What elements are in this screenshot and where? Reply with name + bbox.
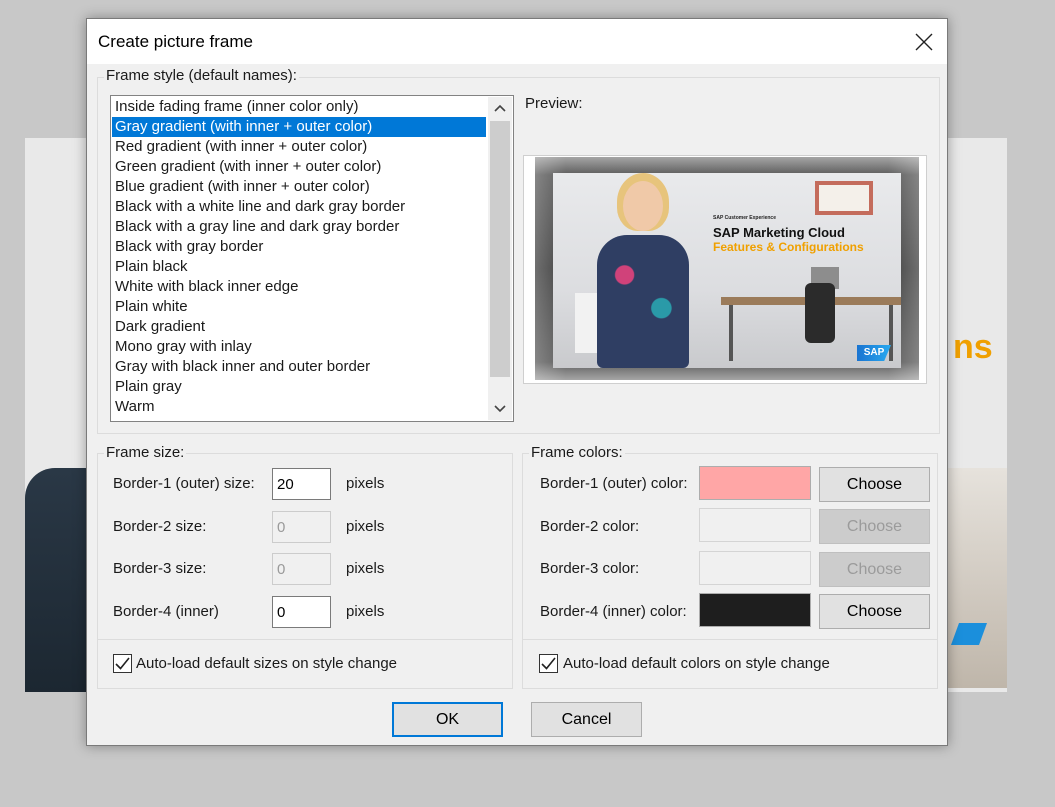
frame-style-option[interactable]: Gray with black inner and outer border [112,357,486,377]
frame-style-list: Inside fading frame (inner color only) Gr… [112,97,486,417]
border2-size-input[interactable] [272,511,331,543]
frame-style-option[interactable]: White with black inner edge [112,277,486,297]
border1-color-label: Border-1 (outer) color: [540,475,688,492]
border3-size-label: Border-3 size: [113,560,207,577]
create-picture-frame-dialog: Create picture frame Frame style (defaul… [86,18,948,746]
chevron-up-icon [494,104,506,112]
preview-desk-leg [889,305,893,361]
frame-style-option[interactable]: Black with gray border [112,237,486,257]
border1-choose-button[interactable]: Choose [819,467,930,502]
dialog-title: Create picture frame [98,32,253,51]
frame-style-option[interactable]: Plain black [112,257,486,277]
frame-style-option[interactable]: Inside fading frame (inner color only) [112,97,486,117]
preview-image: SAP Customer Experience SAP Marketing Cl… [553,173,901,368]
preview-person-head [623,181,663,231]
chevron-down-icon [494,405,506,413]
frame-style-option[interactable]: Black with a gray line and dark gray bor… [112,217,486,237]
frame-style-legend: Frame style (default names): [104,67,299,84]
border3-choose-button[interactable]: Choose [819,552,930,587]
frame-style-option[interactable]: Plain gray [112,377,486,397]
border1-color-swatch [699,466,811,500]
frame-style-listbox[interactable]: Inside fading frame (inner color only) Gr… [110,95,514,422]
border3-color-label: Border-3 color: [540,560,640,577]
preview-panel: SAP Customer Experience SAP Marketing Cl… [523,155,927,384]
preview-label: Preview: [525,95,583,112]
border2-color-label: Border-2 color: [540,518,640,535]
border3-size-input[interactable] [272,553,331,585]
cancel-button[interactable]: Cancel [531,702,642,737]
border4-color-label: Border-4 (inner) color: [540,603,687,620]
scroll-down-button[interactable] [488,398,512,420]
frame-style-option[interactable]: Blue gradient (with inner + outer color) [112,177,486,197]
autoload-colors-label[interactable]: Auto-load default colors on style change [563,655,830,672]
preview-lamp [575,293,599,353]
border4-unit: pixels [346,603,385,620]
frame-colors-legend: Frame colors: [529,444,625,461]
border1-size-input[interactable] [272,468,331,500]
border4-size-input[interactable] [272,596,331,628]
close-icon [915,33,933,50]
autoload-colors-checkbox[interactable] [539,654,558,673]
border3-unit: pixels [346,560,385,577]
frame-size-legend: Frame size: [104,444,187,461]
frame-style-option[interactable]: Green gradient (with inner + outer color… [112,157,486,177]
preview-title-2: Features & Configurations [713,240,864,254]
border4-color-swatch [699,593,811,627]
preview-subtitle: SAP Customer Experience [713,215,776,221]
background-shelf-image [947,468,1007,688]
frame-style-option[interactable]: Mono gray with inlay [112,337,486,357]
border2-color-swatch [699,508,811,542]
sap-logo: SAP [857,345,891,361]
preview-chair [805,283,835,343]
preview-wall-art [815,181,873,215]
border4-size-label: Border-4 (inner) [113,603,219,620]
frame-style-option[interactable]: Red gradient (with inner + outer color) [112,137,486,157]
frame-style-option[interactable]: Dark gradient [112,317,486,337]
frame-style-option[interactable]: Gray gradient (with inner + outer color) [112,117,486,137]
close-button[interactable] [901,19,947,64]
dialog-titlebar: Create picture frame [87,19,947,64]
background-title-fragment: ns [953,328,993,366]
checkmark-icon [541,657,556,670]
border2-size-label: Border-2 size: [113,518,207,535]
border2-unit: pixels [346,518,385,535]
border3-color-swatch [699,551,811,585]
preview-desk-leg [729,305,733,361]
listbox-scrollbar[interactable] [488,97,512,420]
checkmark-icon [115,657,130,670]
preview-title: SAP Marketing Cloud [713,225,845,240]
scroll-up-button[interactable] [488,97,512,119]
frame-style-option[interactable]: Black with a white line and dark gray bo… [112,197,486,217]
ok-button[interactable]: OK [392,702,503,737]
frame-style-option[interactable]: Plain white [112,297,486,317]
border1-unit: pixels [346,475,385,492]
frame-style-option[interactable]: Warm [112,397,486,417]
border1-size-label: Border-1 (outer) size: [113,475,255,492]
border2-choose-button[interactable]: Choose [819,509,930,544]
border4-choose-button[interactable]: Choose [819,594,930,629]
autoload-sizes-checkbox[interactable] [113,654,132,673]
autoload-sizes-label[interactable]: Auto-load default sizes on style change [136,655,397,672]
scroll-thumb[interactable] [490,121,510,377]
preview-frame: SAP Customer Experience SAP Marketing Cl… [535,157,919,380]
preview-person-body [597,235,689,368]
